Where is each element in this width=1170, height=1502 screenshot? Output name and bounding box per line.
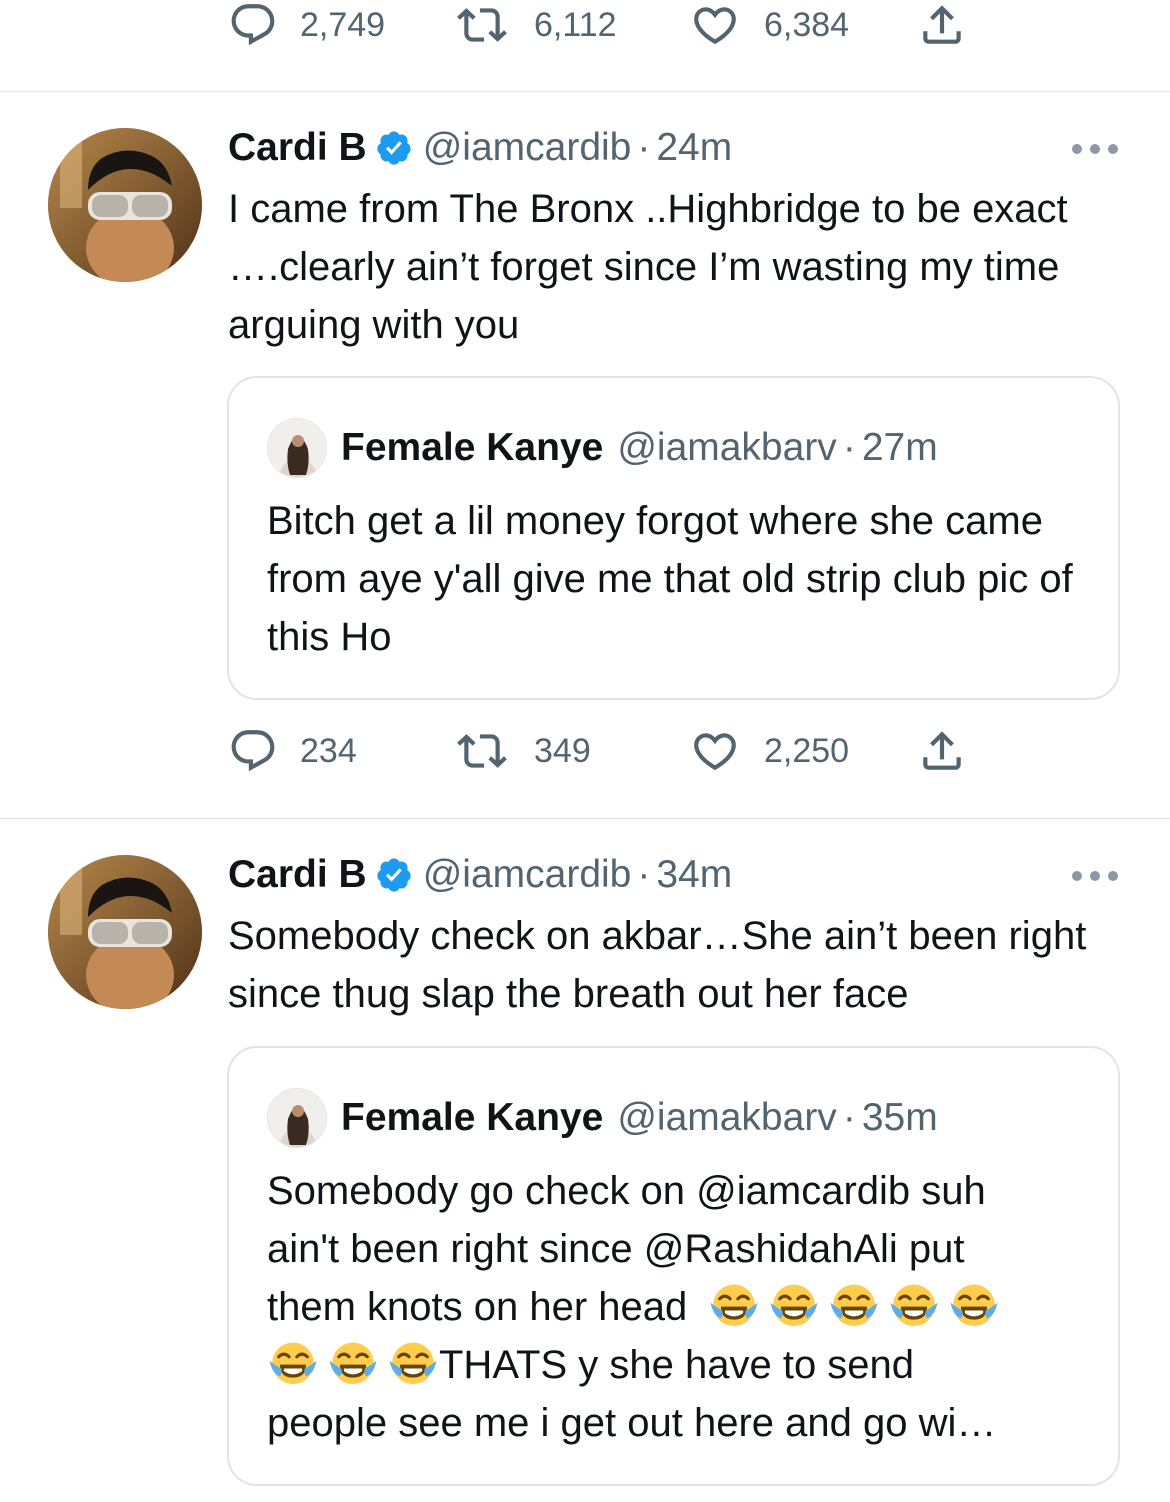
heart-icon [688, 726, 742, 776]
divider [0, 818, 1170, 819]
avatar-image [48, 855, 202, 1009]
heart-icon [688, 0, 742, 50]
avatar-image [268, 419, 327, 478]
quoted-tweet[interactable]: Female Kanye @iamakbarv · 35m Somebody g… [227, 1046, 1120, 1486]
share-icon [916, 0, 968, 50]
quoted-tweet[interactable]: Female Kanye @iamakbarv · 27m Bitch get … [227, 376, 1120, 700]
quote-header: Female Kanye @iamakbarv · 27m [267, 418, 938, 478]
face-with-tears-of-joy-icon [708, 1278, 760, 1330]
separator: · [842, 426, 856, 469]
handle[interactable]: @iamcardib [423, 126, 632, 170]
quote-text: Bitch get a lil money forgot where she c… [267, 499, 1073, 659]
quote-text: Somebody go check on @iamcardib suh ain'… [267, 1162, 1107, 1452]
quote-text-segment: THATS y she have to send [439, 1343, 915, 1387]
tweet-text: Somebody check on akbar…She ain’t been r… [228, 914, 1087, 1016]
more-options-icon[interactable] [1072, 139, 1118, 159]
quote-text-line: THATS y she have to send [267, 1336, 1107, 1394]
verified-badge-icon [375, 129, 413, 167]
reply-icon [228, 726, 278, 776]
display-name[interactable]: Cardi B [228, 126, 367, 170]
like-count: 6,384 [764, 5, 850, 44]
retweet-count: 349 [534, 731, 591, 770]
face-with-tears-of-joy-icon [387, 1336, 439, 1388]
retweet-button[interactable]: 349 [454, 726, 591, 776]
quote-text-line: Somebody go check on @iamcardib suh [267, 1169, 986, 1213]
quote-header: Female Kanye @iamakbarv · 35m [267, 1088, 938, 1148]
face-with-tears-of-joy-icon [768, 1278, 820, 1330]
tweet-text: I came from The Bronx ..Highbridge to be… [228, 187, 1068, 347]
quote-avatar [267, 418, 327, 478]
quote-avatar [267, 1088, 327, 1148]
quote-display-name: Female Kanye [341, 1096, 604, 1139]
retweet-icon [454, 726, 510, 776]
retweet-count: 6,112 [534, 5, 617, 44]
quote-timestamp: 35m [861, 1096, 938, 1139]
avatar[interactable] [48, 855, 202, 1009]
quote-text-line: ain't been right since @RashidahAli put [267, 1227, 965, 1271]
timestamp[interactable]: 24m [656, 126, 732, 170]
quote-handle: @iamakbarv [617, 1096, 837, 1139]
avatar-image [48, 128, 202, 282]
like-button[interactable]: 6,384 [688, 0, 849, 50]
quote-text-segment: them knots on her head [267, 1285, 688, 1329]
face-with-tears-of-joy-icon [327, 1336, 379, 1388]
separator: · [637, 126, 651, 169]
like-count: 2,250 [764, 731, 850, 770]
quote-timestamp: 27m [861, 426, 938, 469]
reply-count: 234 [300, 731, 357, 770]
tweet-header: Cardi B @iamcardib · 34m [228, 851, 732, 899]
more-options-icon[interactable] [1072, 866, 1118, 886]
divider [0, 91, 1170, 92]
reply-button[interactable]: 234 [228, 726, 357, 776]
separator: · [637, 853, 651, 896]
display-name[interactable]: Cardi B [228, 853, 367, 897]
face-with-tears-of-joy-icon [948, 1278, 1000, 1330]
like-button[interactable]: 2,250 [688, 726, 849, 776]
face-with-tears-of-joy-icon [828, 1278, 880, 1330]
share-button[interactable] [916, 726, 968, 776]
share-button[interactable] [916, 0, 968, 50]
verified-badge-icon [375, 856, 413, 894]
quote-text-line: people see me i get out here and go wi… [267, 1401, 997, 1445]
timestamp[interactable]: 34m [656, 853, 732, 897]
retweet-button[interactable]: 6,112 [454, 0, 617, 50]
handle[interactable]: @iamcardib [423, 853, 632, 897]
avatar-image [268, 1089, 327, 1148]
reply-count: 2,749 [300, 5, 386, 44]
retweet-icon [454, 0, 510, 50]
action-bar: 234 349 2,250 [228, 726, 988, 776]
avatar[interactable] [48, 128, 202, 282]
top-action-bar: 2,749 6,112 6,384 [228, 0, 988, 50]
face-with-tears-of-joy-icon [888, 1278, 940, 1330]
reply-icon [228, 0, 278, 50]
share-icon [916, 726, 968, 776]
separator: · [842, 1096, 856, 1139]
face-with-tears-of-joy-icon [267, 1336, 319, 1388]
quote-text-line: them knots on her head [267, 1278, 1107, 1336]
reply-button[interactable]: 2,749 [228, 0, 385, 50]
quote-handle: @iamakbarv [617, 426, 837, 469]
tweet-header: Cardi B @iamcardib · 24m [228, 124, 732, 172]
quote-display-name: Female Kanye [341, 426, 604, 469]
